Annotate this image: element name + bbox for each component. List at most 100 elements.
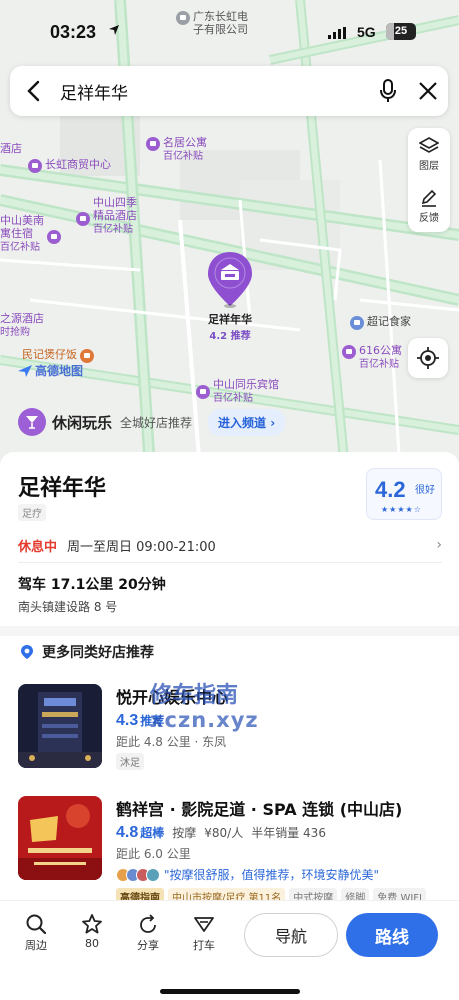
- map-poi[interactable]: 616公寓百亿补贴: [342, 344, 402, 371]
- poi-name: 超记食家: [367, 315, 411, 328]
- navigate-button[interactable]: 导航: [244, 913, 338, 957]
- favorite-button[interactable]: 80: [72, 913, 112, 950]
- enter-channel-label: 进入频道: [218, 415, 267, 430]
- main-shop-pin[interactable]: [206, 250, 254, 308]
- back-button[interactable]: [10, 66, 56, 116]
- poi-sub: 百亿补贴: [93, 224, 133, 235]
- poi-name: 中山四季 精品酒店: [93, 196, 137, 222]
- poi-name: 中山美南 寓住宿: [0, 214, 44, 240]
- clear-button[interactable]: [408, 66, 448, 116]
- search-query[interactable]: 足祥年华: [56, 79, 368, 104]
- poi-pin-icon: [146, 137, 160, 151]
- route-label: 路线: [375, 927, 409, 948]
- leisure-title: 休闲玩乐: [52, 413, 113, 432]
- poi-pin-icon: [47, 230, 61, 244]
- share-icon: [140, 914, 156, 933]
- poi-name: 中山同乐宾馆: [213, 378, 279, 391]
- poi-sub: 百亿补贴: [163, 151, 203, 162]
- chevron-left-icon: [27, 80, 40, 102]
- route-button[interactable]: 路线: [346, 913, 438, 957]
- recommend-header: 更多同类好店推荐: [20, 642, 154, 662]
- close-icon: [419, 82, 437, 100]
- shop-marker-icon: [208, 252, 252, 308]
- layers-button[interactable]: 图层: [408, 128, 450, 180]
- section-gap: [0, 626, 459, 636]
- map-poi[interactable]: 长虹商贸中心: [28, 158, 111, 173]
- shop-category: 足疗: [18, 504, 46, 521]
- leisure-subtitle: 全城好店推荐: [120, 415, 193, 430]
- map-poi-top[interactable]: 广东长虹电 子有限公司: [176, 10, 248, 36]
- battery-level: 25: [394, 25, 408, 37]
- cocktail-icon: [18, 408, 46, 436]
- map-tools-panel: 图层 反馈: [408, 128, 450, 232]
- map-poi[interactable]: 酒店: [0, 142, 22, 155]
- search-bar[interactable]: 足祥年华: [10, 66, 448, 116]
- map-poi[interactable]: 中山同乐宾馆 百亿补贴: [196, 378, 279, 405]
- recommend-card[interactable]: 鹤祥宫 · 影院足道 · SPA 连锁 (中山店) 4.8 超棒 按摩 ¥80/…: [18, 796, 442, 906]
- microphone-icon: [380, 79, 396, 102]
- map-poi[interactable]: 中山四季 精品酒店百亿补贴: [76, 196, 137, 236]
- crosshair-icon: [417, 347, 439, 369]
- recommend-score: 4.3: [116, 712, 139, 729]
- shop-name: 足祥年华: [18, 476, 107, 501]
- leisure-channel-bar[interactable]: 休闲玩乐 全城好店推荐 进入频道 ›: [10, 404, 450, 440]
- main-pin-name: 足祥年华: [208, 313, 252, 326]
- locate-button[interactable]: [408, 338, 448, 378]
- status-time: 03:23: [50, 22, 97, 42]
- watermark: 修车指南 xczn.xyz: [150, 683, 259, 733]
- poi-pin-icon: [342, 345, 356, 359]
- poi-sub: 百亿补贴: [213, 393, 253, 404]
- star-icon: [82, 914, 102, 934]
- battery-icon: 25: [386, 23, 416, 40]
- poi-pin-icon: [176, 11, 190, 25]
- navigate-label: 导航: [274, 927, 307, 946]
- recommend-price: ¥80/人: [204, 826, 244, 840]
- nearby-button[interactable]: 周边: [16, 913, 56, 953]
- watermark-line1: 修车指南: [150, 683, 239, 708]
- opening-hours-row[interactable]: 休息中 周一至周日 09:00-21:00 ›: [18, 534, 442, 556]
- bottom-action-bar: 周边 80 分享 打车 导航 路线: [0, 900, 459, 1000]
- enter-channel-button[interactable]: 进入频道 ›: [208, 408, 286, 436]
- opening-hours: 周一至周日 09:00-21:00: [67, 539, 216, 555]
- recommend-distance: 距此 4.8 公里 · 东凤: [116, 735, 227, 749]
- rating-box[interactable]: 4.2 很好 ★★★★☆: [366, 468, 442, 520]
- map-poi[interactable]: 名居公寓 百亿补贴: [146, 136, 207, 163]
- map-poi[interactable]: 之源酒店 时抢购: [0, 312, 44, 339]
- recommend-category: 按摩: [172, 826, 197, 840]
- share-label: 分享: [137, 939, 159, 952]
- poi-pin-icon: [196, 385, 210, 399]
- drive-info: 驾车 17.1公里 20分钟: [18, 577, 166, 593]
- shop-address: 南头镇建设路 8 号: [18, 600, 118, 614]
- poi-sub: 时抢购: [0, 327, 30, 338]
- open-status: 休息中: [18, 539, 58, 555]
- voice-button[interactable]: [368, 66, 408, 116]
- map-poi[interactable]: 民记煲仔饭: [22, 348, 94, 363]
- divider: [18, 562, 442, 563]
- share-button[interactable]: 分享: [128, 913, 168, 953]
- main-pin-rating: 4.2 推荐: [209, 331, 251, 342]
- poi-sub: 百亿补贴: [0, 242, 40, 253]
- shop-rating: 4.2: [375, 477, 406, 502]
- poi-name: 民记煲仔饭: [22, 348, 77, 361]
- poi-pin-icon: [80, 349, 94, 363]
- nearby-label: 周边: [25, 939, 47, 952]
- layers-label: 图层: [419, 160, 439, 172]
- feedback-label: 反馈: [419, 212, 439, 224]
- search-icon: [26, 914, 47, 935]
- map-poi[interactable]: 中山美南 寓住宿百亿补贴: [0, 214, 61, 254]
- recommend-score-label: 超棒: [140, 826, 165, 840]
- poi-sub: 百亿补贴: [359, 359, 399, 370]
- taxi-button[interactable]: 打车: [184, 913, 224, 953]
- recommend-quote-row: "按摩很舒服，值得推荐，环境安静优美": [116, 866, 446, 883]
- feedback-button[interactable]: 反馈: [408, 180, 450, 232]
- poi-name: 616公寓: [359, 344, 402, 357]
- home-indicator: [160, 989, 300, 994]
- map-poi[interactable]: 超记食家: [350, 315, 411, 330]
- recommend-title: 更多同类好店推荐: [42, 645, 154, 661]
- poi-name: 长虹商贸中心: [45, 158, 111, 171]
- location-arrow-icon: [109, 25, 119, 35]
- layers-icon: [419, 136, 439, 153]
- network-type: 5G: [357, 24, 376, 40]
- recommend-name: 鹤祥宫 · 影院足道 · SPA 连锁 (中山店): [116, 800, 403, 819]
- signal-icon: [328, 27, 346, 39]
